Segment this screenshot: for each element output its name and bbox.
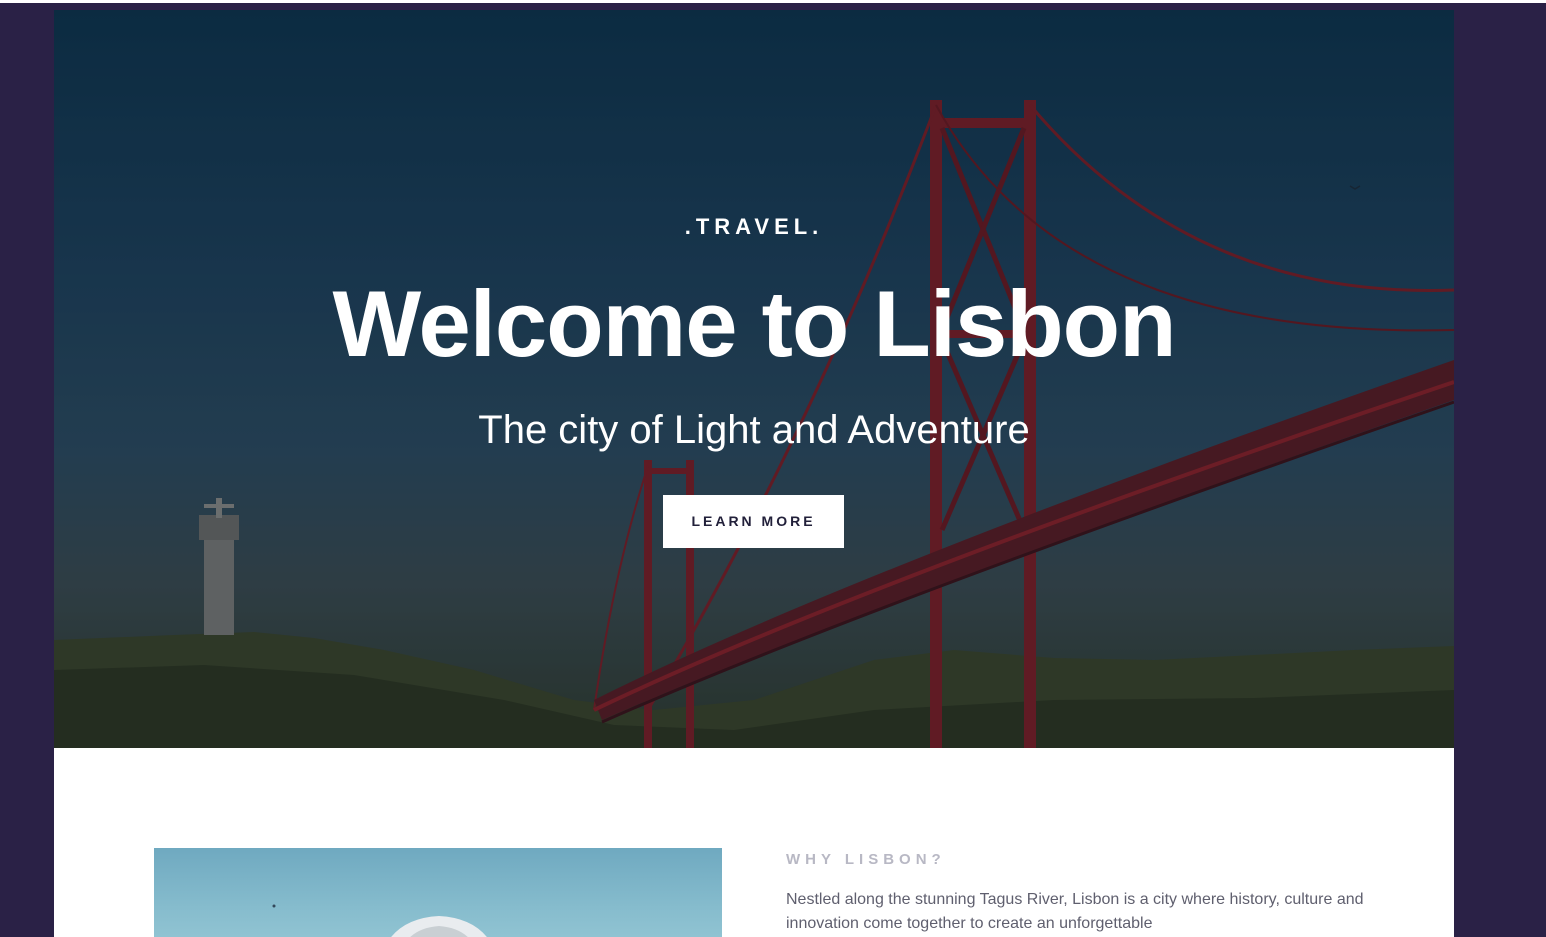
top-border bbox=[0, 0, 1546, 3]
hero-section: .TRAVEL. Welcome to Lisbon The city of L… bbox=[54, 10, 1454, 748]
learn-more-button[interactable]: LEARN MORE bbox=[663, 495, 844, 548]
lisbon-photo bbox=[154, 848, 722, 937]
hero-content: .TRAVEL. Welcome to Lisbon The city of L… bbox=[54, 10, 1454, 748]
hero-headline: Welcome to Lisbon bbox=[332, 271, 1177, 376]
page-container: .TRAVEL. Welcome to Lisbon The city of L… bbox=[54, 10, 1454, 937]
hero-eyebrow: .TRAVEL. bbox=[684, 214, 824, 239]
monument-image bbox=[272, 904, 487, 937]
why-lisbon-label: WHY LISBON? bbox=[786, 851, 946, 868]
hero-subheadline: The city of Light and Adventure bbox=[478, 408, 1030, 452]
why-lisbon-text: Nestled along the stunning Tagus River, … bbox=[786, 891, 1364, 932]
